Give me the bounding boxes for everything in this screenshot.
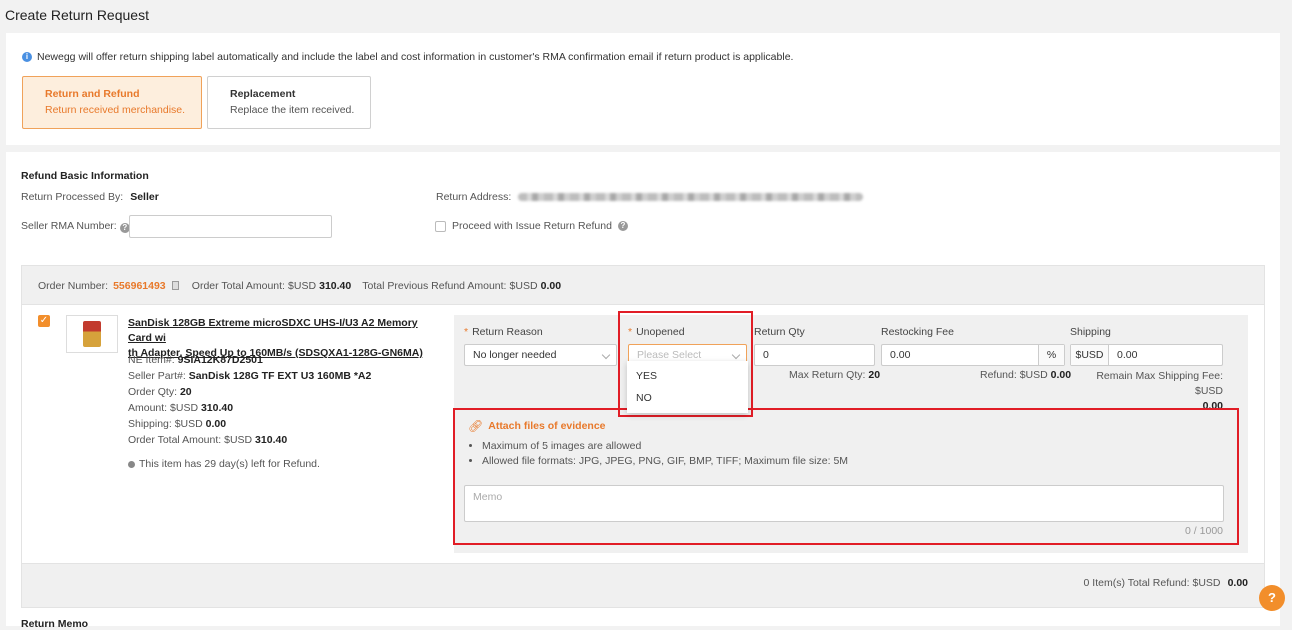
memory-card-icon [83, 321, 101, 347]
shipping-label: Shipping: [128, 418, 172, 430]
percent-suffix: % [1038, 345, 1064, 365]
help-icon[interactable]: ? [617, 221, 628, 231]
chevron-down-icon [601, 350, 611, 360]
seller-rma-input[interactable] [129, 215, 332, 238]
order-total-currency: $USD [288, 280, 317, 292]
info-icon: i [22, 52, 32, 62]
option-subtitle: Return received merchandise. [45, 104, 186, 116]
refund-basic-heading: Refund Basic Information [21, 170, 149, 182]
processed-by: Return Processed By: Seller [21, 191, 159, 203]
product-title-line1: SanDisk 128GB Extreme microSDXC UHS-I/U3… [128, 317, 418, 344]
seller-part-label: Seller Part#: [128, 370, 186, 382]
return-reason-select[interactable]: No longer needed [464, 344, 617, 366]
item-order-total: 310.40 [255, 434, 288, 446]
restocking-label: Restocking Fee [881, 326, 954, 338]
days-left-text: This item has 29 day(s) left for Refund. [139, 458, 320, 470]
return-address-label: Return Address: [436, 191, 512, 203]
order-qty: 20 [179, 386, 192, 398]
page-title: Create Return Request [5, 7, 149, 23]
total-refund-summary: 0 Item(s) Total Refund: $USD 0.00 [1084, 577, 1248, 589]
seller-rma-label: Seller RMA Number: [21, 220, 117, 232]
order-total-label: Order Total Amount: [191, 280, 285, 292]
item-checkbox[interactable]: ✓ [38, 315, 50, 327]
info-icon [128, 460, 135, 468]
option-yes[interactable]: YES [627, 365, 748, 387]
order-item-row: ✓ SanDisk 128GB Extreme microSDXC UHS-I/… [22, 304, 1264, 564]
option-title: Replacement [230, 88, 296, 100]
option-no[interactable]: NO [627, 387, 748, 409]
option-return-and-refund[interactable]: Return and Refund Return received mercha… [22, 76, 202, 129]
refund-label: Refund: $USD [980, 369, 1048, 381]
refund-amount: Refund: $USD 0.00 [980, 369, 1071, 381]
return-address-redacted [518, 193, 864, 202]
return-qty-label: Return Qty [754, 326, 805, 338]
order-box: Order Number: 556961493 Order Total Amou… [21, 265, 1265, 608]
return-type-panel: i Newegg will offer return shipping labe… [6, 33, 1280, 145]
shipping-fee-input[interactable]: $USD 0.00 [1070, 344, 1223, 366]
prev-refund-value: 0.00 [540, 280, 562, 292]
amount: 310.40 [200, 402, 234, 414]
max-return-qty: Max Return Qty: 20 [789, 369, 880, 381]
processed-by-label: Return Processed By: [21, 191, 124, 203]
product-details: NE Item#: 9SIA12K87D2501 Seller Part#: S… [128, 352, 371, 448]
ne-item: 9SIA12K87D2501 [177, 354, 263, 366]
return-qty-input[interactable]: 0 [754, 344, 875, 366]
product-thumbnail [66, 315, 118, 353]
return-reason-value: No longer needed [473, 349, 557, 361]
currency-prefix: $USD [1071, 345, 1109, 365]
order-qty-label: Order Qty: [128, 386, 178, 398]
return-reason-label-text: Return Reason [472, 326, 543, 338]
amount-currency: $USD [170, 402, 199, 414]
max-return-qty-label: Max Return Qty: [789, 369, 866, 381]
highlight-evidence [453, 408, 1239, 545]
unopened-dropdown: YES NO [627, 361, 748, 413]
order-number[interactable]: 556961493 [113, 280, 166, 292]
ne-item-label: NE Item#: [128, 354, 175, 366]
item-order-total-label: Order Total Amount: [128, 434, 222, 446]
prev-refund-currency: $USD [509, 280, 538, 292]
proceed-label: Proceed with Issue Return Refund [452, 220, 612, 232]
proceed-issue-refund[interactable]: Proceed with Issue Return Refund ? [435, 220, 628, 232]
return-reason-label: * Return Reason [464, 326, 543, 338]
prev-refund-label: Total Previous Refund Amount: [362, 280, 507, 292]
copy-icon[interactable] [171, 281, 179, 290]
restocking-value: 0.00 [890, 349, 911, 361]
return-memo-heading: Return Memo [21, 618, 89, 630]
help-fab[interactable]: ? [1259, 585, 1285, 611]
order-summary: Order Number: 556961493 Order Total Amou… [38, 280, 561, 292]
shipping-currency: $USD [174, 418, 203, 430]
days-left-note: This item has 29 day(s) left for Refund. [128, 458, 320, 470]
order-total-value: 310.40 [319, 280, 352, 292]
max-return-qty-value: 20 [868, 369, 881, 381]
notice: i Newegg will offer return shipping labe… [22, 51, 793, 63]
option-subtitle: Replace the item received. [230, 104, 355, 116]
remain-max-label: Remain Max Shipping Fee: $USD [1096, 370, 1223, 397]
order-number-label: Order Number: [38, 280, 109, 292]
refund-value: 0.00 [1050, 369, 1072, 381]
notice-text: Newegg will offer return shipping label … [37, 51, 794, 63]
seller-rma-label-wrap: Seller RMA Number: ? [21, 220, 130, 233]
shipping: 0.00 [205, 418, 227, 430]
restocking-input[interactable]: 0.00 % [881, 344, 1065, 366]
amount-label: Amount: [128, 402, 168, 414]
processed-by-value: Seller [130, 191, 159, 203]
item-order-total-currency: $USD [224, 434, 253, 446]
return-address: Return Address: [436, 191, 864, 203]
seller-part: SanDisk 128G TF EXT U3 160MB *A2 [188, 370, 372, 382]
proceed-checkbox[interactable] [435, 220, 446, 232]
shipping-fee-label: Shipping [1070, 326, 1111, 338]
refund-main-panel: Refund Basic Information Return Processe… [6, 152, 1280, 630]
option-replacement[interactable]: Replacement Replace the item received. [207, 76, 371, 129]
total-refund-value: 0.00 [1227, 577, 1248, 589]
total-refund-label: 0 Item(s) Total Refund: $USD [1083, 577, 1221, 589]
shipping-fee-value: 0.00 [1117, 349, 1138, 361]
option-title: Return and Refund [45, 88, 140, 100]
